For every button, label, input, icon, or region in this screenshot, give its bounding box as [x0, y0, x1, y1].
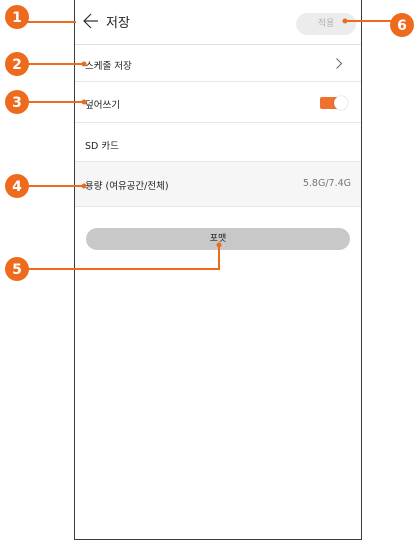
format-button[interactable]: 포맷	[86, 228, 350, 250]
callout-3-number: 3	[12, 95, 22, 111]
callout-4: 4	[5, 174, 29, 198]
capacity-label: 용량 (여유공간/전체)	[85, 181, 169, 192]
apply-button[interactable]: 적용	[296, 13, 356, 35]
callout-1: 1	[5, 5, 29, 29]
callout-6-number: 6	[397, 18, 407, 34]
sd-card-label: SD 카드	[85, 141, 119, 152]
callout-4-number: 4	[12, 179, 22, 195]
overwrite-row: 덮어쓰기	[75, 82, 361, 123]
app-header: 저장 적용	[75, 0, 361, 45]
back-arrow-icon[interactable]	[81, 11, 101, 31]
callout-5: 5	[5, 257, 29, 281]
storage-settings-screen: 저장 적용 스케줄 저장 덮어쓰기 SD 카드 용량 (여유공간/전체) 5.8…	[74, 0, 362, 540]
chevron-right-icon	[336, 58, 343, 69]
capacity-row: 용량 (여유공간/전체) 5.8G/7.4G	[75, 162, 361, 207]
capacity-value: 5.8G/7.4G	[302, 178, 351, 189]
sd-card-section-header: SD 카드	[75, 124, 361, 162]
overwrite-toggle[interactable]	[320, 96, 348, 110]
callout-2: 2	[5, 52, 29, 76]
toggle-knob	[334, 96, 348, 110]
schedule-save-row[interactable]: 스케줄 저장	[75, 45, 361, 82]
page-title: 저장	[106, 16, 130, 31]
callout-3: 3	[5, 90, 29, 114]
schedule-save-label: 스케줄 저장	[85, 61, 132, 72]
callout-5-number: 5	[12, 262, 22, 278]
overwrite-label: 덮어쓰기	[85, 100, 120, 111]
callout-6: 6	[390, 13, 414, 37]
callout-2-number: 2	[12, 57, 22, 73]
callout-1-number: 1	[12, 10, 22, 26]
